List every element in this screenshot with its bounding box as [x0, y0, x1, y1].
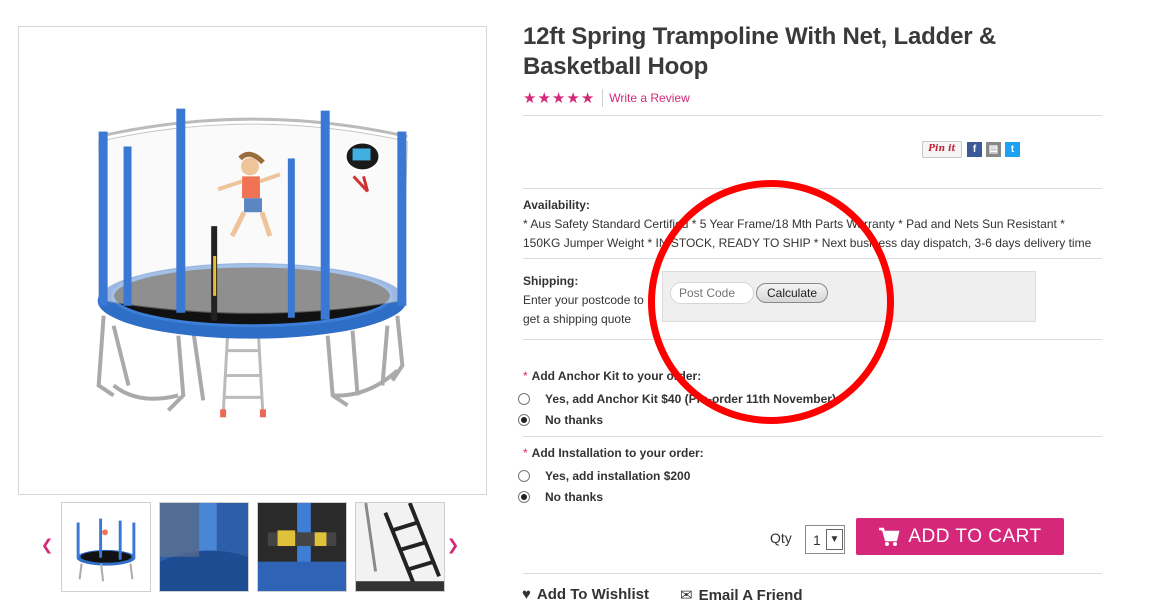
radio-button[interactable]: [518, 414, 530, 426]
carousel-prev-icon[interactable]: ❮: [40, 537, 54, 555]
radio-button[interactable]: [518, 393, 530, 405]
installation-heading: * Add Installation to your order:: [523, 446, 704, 460]
divider: [523, 436, 1102, 437]
cart-icon: [879, 527, 900, 546]
add-to-wishlist-link[interactable]: ♥ Add To Wishlist: [522, 586, 649, 603]
divider: [523, 115, 1102, 116]
radio-button[interactable]: [518, 491, 530, 503]
pinterest-button[interactable]: Pin it: [922, 141, 962, 158]
product-main-image[interactable]: [18, 26, 487, 495]
thumbnail-2[interactable]: [159, 502, 249, 592]
shipping-label: Shipping:: [523, 274, 579, 288]
required-marker: *: [523, 369, 528, 383]
option-label: Yes, add installation $200: [545, 469, 691, 483]
add-to-cart-label: ADD TO CART: [908, 525, 1042, 547]
anchor-kit-heading: * Add Anchor Kit to your order:: [523, 369, 701, 383]
print-icon[interactable]: ▤: [986, 142, 1001, 157]
installation-option-no[interactable]: No thanks: [518, 490, 603, 504]
rating-row: ★ ★ ★ ★ ★ Write a Review: [523, 89, 690, 107]
product-title: 12ft Spring Trampoline With Net, Ladder …: [523, 23, 996, 80]
divider: [602, 89, 604, 107]
shipping-hint-line-2: get a shipping quote: [523, 312, 632, 326]
qty-value: 1: [813, 532, 821, 548]
divider: [523, 188, 1102, 189]
option-label: No thanks: [545, 490, 604, 504]
net-buckle-icon: [258, 503, 346, 591]
required-marker: *: [523, 446, 528, 460]
installation-heading-text: Add Installation to your order:: [531, 446, 704, 460]
installation-option-yes[interactable]: Yes, add installation $200: [518, 469, 690, 483]
add-to-cart-button[interactable]: ADD TO CART: [856, 518, 1064, 555]
carousel-next-icon[interactable]: ❯: [446, 537, 460, 555]
chevron-down-icon[interactable]: ▼: [826, 529, 843, 550]
email-label: Email A Friend: [698, 586, 803, 604]
write-review-link[interactable]: Write a Review: [609, 91, 689, 105]
star-rating: ★ ★ ★ ★ ★: [523, 91, 594, 106]
radio-button[interactable]: [518, 470, 530, 482]
postcode-input[interactable]: [670, 282, 754, 304]
pad-closeup-icon: [160, 503, 248, 591]
ladder-closeup-icon: [356, 503, 444, 591]
anchor-kit-option-yes[interactable]: Yes, add Anchor Kit $40 (Pre-order 11th …: [518, 392, 836, 406]
anchor-kit-heading-text: Add Anchor Kit to your order:: [531, 369, 702, 383]
envelope-icon: ✉: [680, 587, 693, 604]
star-icon: ★: [537, 89, 551, 107]
thumbnail-1[interactable]: [61, 502, 151, 592]
divider: [523, 573, 1102, 574]
star-icon: ★: [523, 89, 537, 107]
facebook-icon[interactable]: f: [967, 142, 982, 157]
thumbnail-4[interactable]: [355, 502, 445, 592]
star-icon: ★: [580, 89, 595, 107]
qty-label: Qty: [770, 530, 792, 546]
anchor-kit-option-no[interactable]: No thanks: [518, 413, 603, 427]
option-label: Yes, add Anchor Kit $40 (Pre-order 11th …: [545, 392, 836, 406]
divider: [523, 339, 1102, 340]
star-icon: ★: [566, 89, 580, 107]
star-icon: ★: [551, 89, 566, 107]
wishlist-label: Add To Wishlist: [536, 586, 649, 603]
thumbnail-carousel: ❮ ❯: [38, 501, 468, 593]
thumbnail-3[interactable]: [257, 502, 347, 592]
heart-icon: ♥: [522, 586, 531, 603]
divider: [523, 258, 1102, 259]
shipping-hint-line-1: Enter your postcode to: [523, 293, 644, 307]
email-friend-link[interactable]: ✉ Email A Friend: [680, 586, 803, 605]
calculate-button[interactable]: Calculate: [756, 283, 828, 303]
availability-line-2: 150KG Jumper Weight * IN STOCK, READY TO…: [523, 236, 1092, 250]
twitter-icon[interactable]: t: [1005, 142, 1020, 157]
availability-line-1: * Aus Safety Standard Certified * 5 Year…: [523, 217, 1065, 231]
option-label: No thanks: [545, 413, 604, 427]
trampoline-photo: [19, 27, 486, 494]
trampoline-thumb-icon: [62, 503, 150, 591]
availability-label: Availability:: [523, 198, 590, 212]
qty-select[interactable]: 1 ▼: [805, 525, 845, 554]
